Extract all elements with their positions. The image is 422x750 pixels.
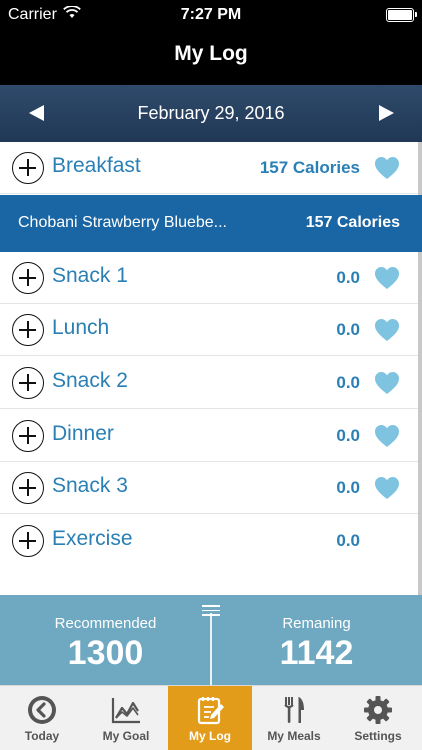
meal-calories: 0.0 [336,426,360,445]
current-date: February 29, 2016 [137,103,285,123]
remaining-panel: Remaning 1142 [211,595,422,685]
tab-label: My Meals [267,729,321,743]
battery-icon [386,8,417,22]
tab-label: Today [24,729,60,743]
food-calories: 157 Calories [305,214,400,231]
meal-row-dinner[interactable]: Dinner 0.0 [0,410,418,462]
tab-my-goal[interactable]: My Goal [84,686,168,750]
meal-row-breakfast[interactable]: Breakfast 157 Calories [0,142,418,194]
remaining-label: Remaning [282,615,351,632]
meal-label: Dinner [52,422,114,445]
heart-icon[interactable] [374,424,400,448]
tab-label: My Goal [102,729,150,743]
date-navigator: February 29, 2016 [0,85,422,142]
recommended-label: Recommended [54,615,157,632]
tab-label: My Log [189,729,231,743]
meal-label: Snack 2 [52,369,128,392]
meal-label: Breakfast [52,154,141,177]
next-day-button[interactable] [366,98,406,128]
meal-row-snack-2[interactable]: Snack 2 0.0 [0,357,418,409]
remaining-value: 1142 [279,634,354,672]
add-circle-icon[interactable] [12,314,44,346]
meal-calories: 0.0 [336,478,360,497]
gear-icon [362,694,394,726]
tab-label: Settings [354,729,402,743]
chart-icon [110,694,142,726]
recommended-panel: Recommended 1300 [0,595,211,685]
heart-icon[interactable] [374,476,400,500]
add-circle-icon[interactable] [12,152,44,184]
meal-calories: 0.0 [336,373,360,392]
tab-settings[interactable]: Settings [336,686,422,750]
tab-my-log[interactable]: My Log [168,686,252,750]
arrow-right-icon [378,105,394,121]
meal-label: Exercise [52,527,133,550]
clock-back-icon [26,694,58,726]
add-circle-icon[interactable] [12,262,44,294]
status-time: 7:27 PM [180,6,242,23]
meal-calories: 157 Calories [259,158,360,177]
meal-calories: 0.0 [336,320,360,339]
tab-my-meals[interactable]: My Meals [252,686,336,750]
heart-icon[interactable] [374,266,400,290]
status-bar: Carrier 7:27 PM [0,0,422,30]
meal-calories: 0.0 [336,531,360,550]
add-circle-icon[interactable] [12,420,44,452]
food-name: Chobani Strawberry Bluebe... [18,214,227,231]
meal-row-snack-1[interactable]: Snack 1 0.0 [0,252,418,304]
meal-row-lunch[interactable]: Lunch 0.0 [0,304,418,356]
heart-icon[interactable] [374,371,400,395]
notepad-pencil-icon [194,694,226,726]
meal-label: Snack 1 [52,264,128,287]
recommended-value: 1300 [67,634,144,672]
heart-icon[interactable] [374,156,400,180]
add-circle-icon[interactable] [12,367,44,399]
page-title: My Log [174,42,248,65]
tab-today[interactable]: Today [0,686,84,750]
meal-calories: 0.0 [336,268,360,287]
meal-row-snack-3[interactable]: Snack 3 0.0 [0,462,418,514]
meal-row-exercise[interactable]: Exercise 0.0 [0,515,418,567]
tab-bar: Today My Goal My Log My Meals Settings [0,685,422,750]
add-circle-icon[interactable] [12,525,44,557]
top-bar: Carrier 7:27 PM My Log [0,0,422,85]
meal-label: Snack 3 [52,474,128,497]
calorie-summary: Recommended 1300 Remaning 1142 [0,595,422,685]
heart-icon[interactable] [374,318,400,342]
food-item-row[interactable]: Chobani Strawberry Bluebe... 157 Calorie… [0,195,422,252]
add-circle-icon[interactable] [12,472,44,504]
fork-knife-icon [278,694,310,726]
meal-label: Lunch [52,316,110,339]
